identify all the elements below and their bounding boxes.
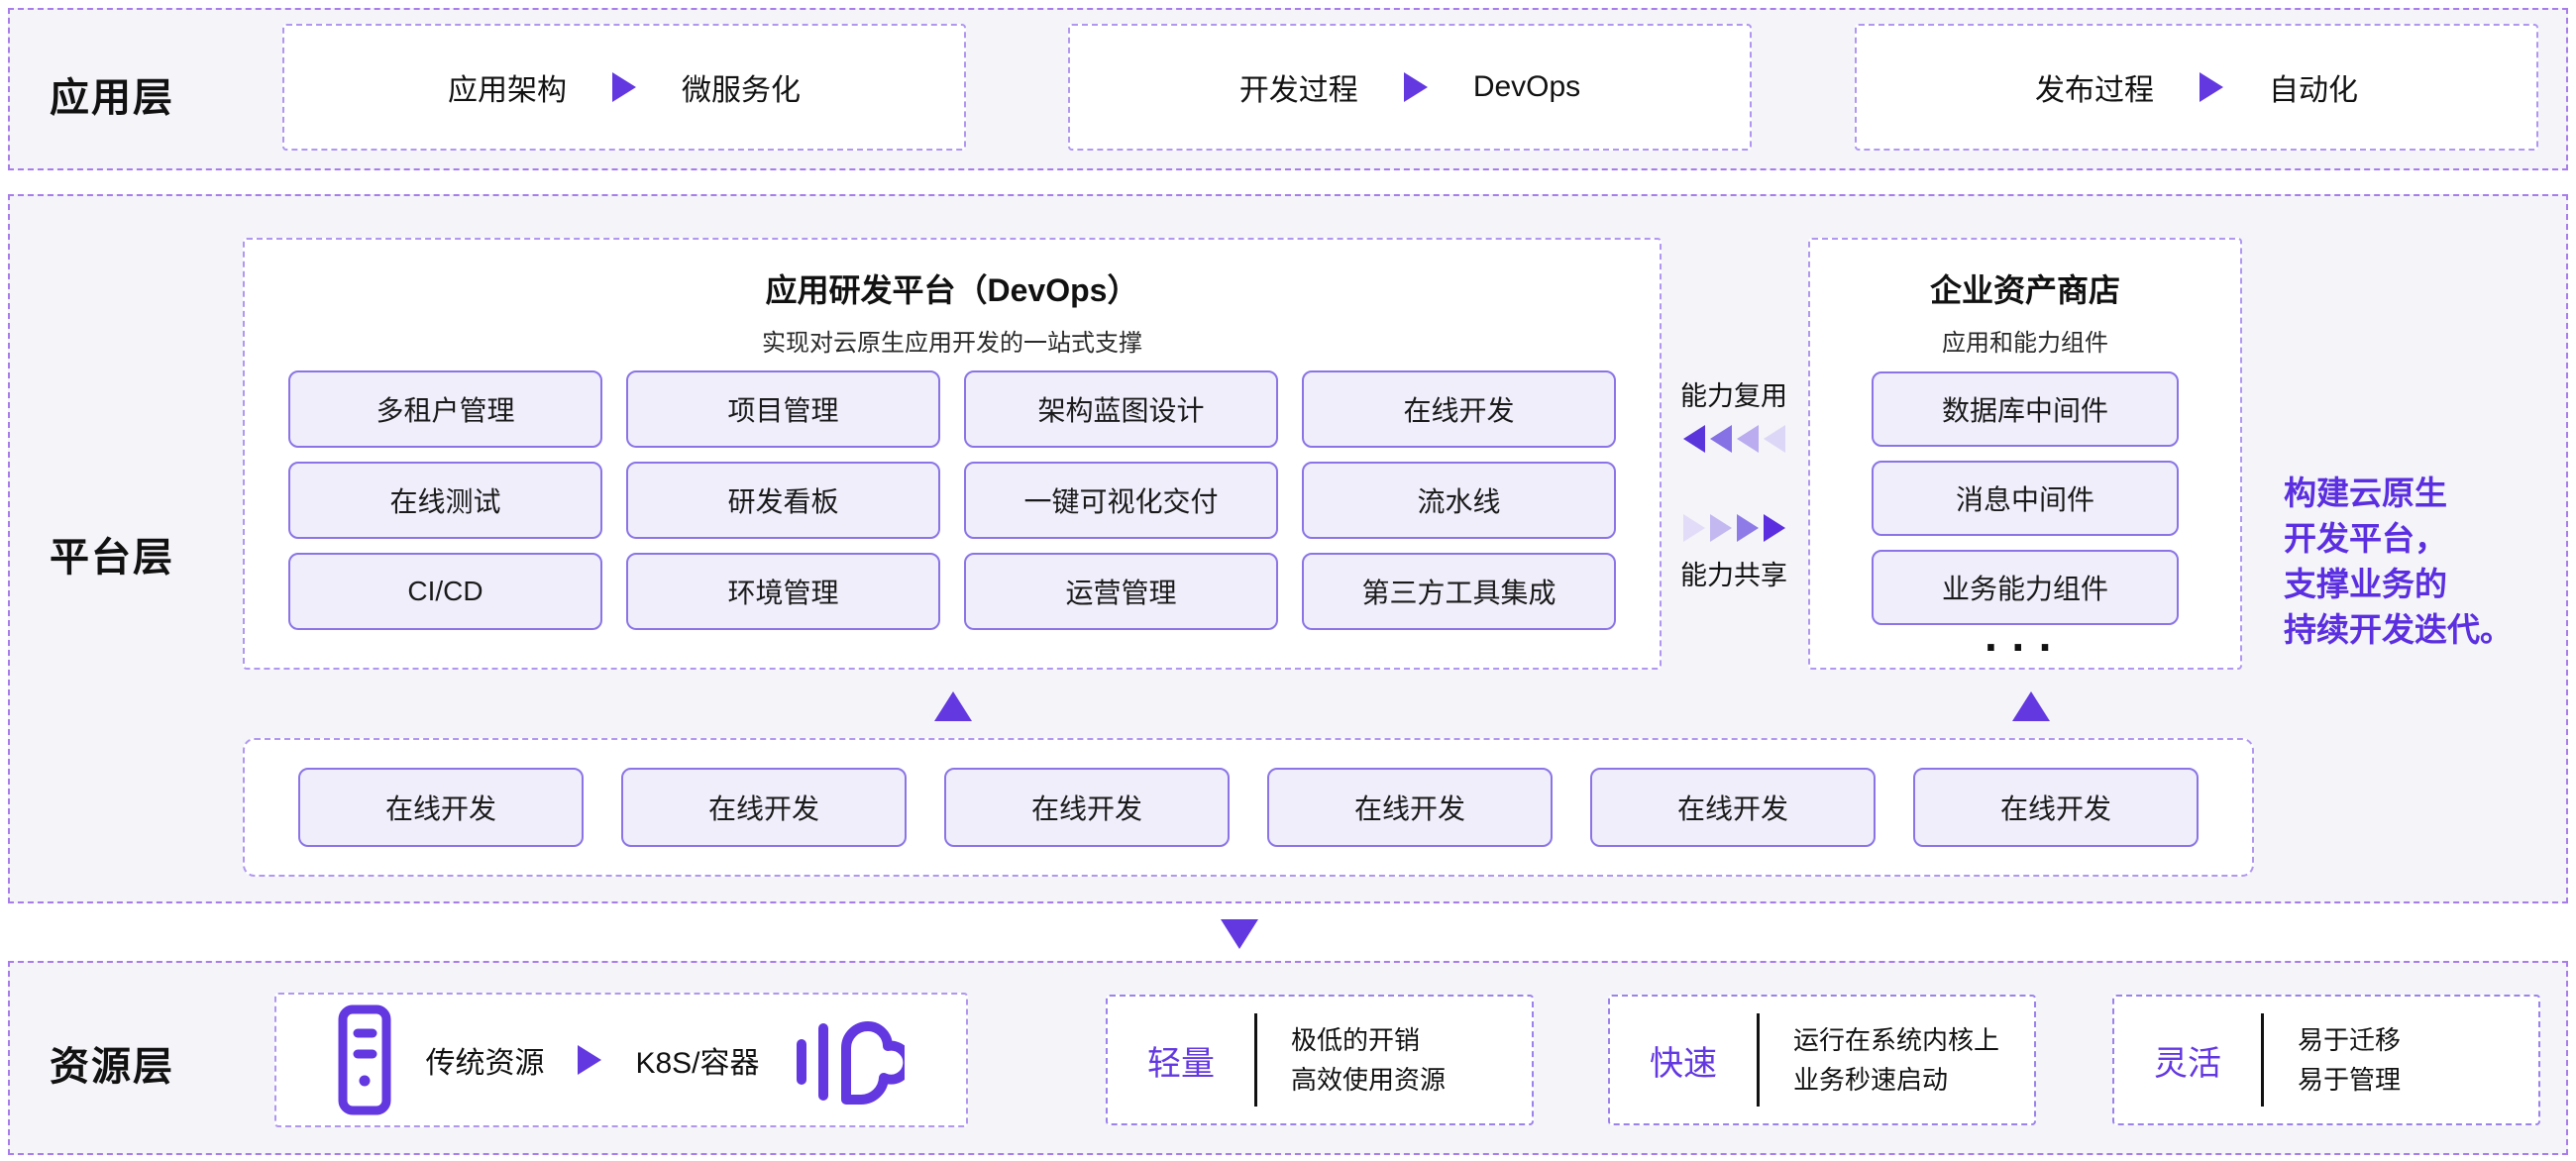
flow-left-label: 开发过程 bbox=[1239, 65, 1358, 109]
asset-cell: 业务能力组件 bbox=[1872, 550, 2179, 625]
online-dev-cell: 在线开发 bbox=[1590, 768, 1876, 847]
app-flow-architecture: 应用架构 微服务化 bbox=[282, 24, 966, 151]
feature-description: 极低的开销 高效使用资源 bbox=[1291, 1020, 1446, 1100]
asset-store-panel: 企业资产商店 应用和能力组件 数据库中间件 消息中间件 业务能力组件 ··· bbox=[1808, 238, 2242, 670]
online-dev-cell: 在线开发 bbox=[298, 768, 584, 847]
devops-platform-panel: 应用研发平台（DevOps） 实现对云原生应用开发的一站式支撑 多租户管理 项目… bbox=[243, 238, 1662, 670]
arrow-up-icon bbox=[934, 691, 972, 721]
online-dev-cell: 在线开发 bbox=[1267, 768, 1553, 847]
flow-right-label: 微服务化 bbox=[682, 65, 801, 109]
asset-cell: 数据库中间件 bbox=[1872, 371, 2179, 447]
divider bbox=[2261, 1013, 2264, 1107]
online-dev-cell: 在线开发 bbox=[1913, 768, 2199, 847]
devops-cell: 架构蓝图设计 bbox=[964, 370, 1278, 448]
arrows-right-icon bbox=[1683, 514, 1785, 542]
devops-cell: 流水线 bbox=[1302, 462, 1616, 539]
platform-slogan: 构建云原生 开发平台， 支撑业务的 持续开发迭代。 bbox=[2284, 471, 2513, 653]
platform-layer: 平台层 应用研发平台（DevOps） 实现对云原生应用开发的一站式支撑 多租户管… bbox=[8, 194, 2568, 903]
devops-cell: 在线开发 bbox=[1302, 370, 1616, 448]
capability-exchange: 能力复用 能力共享 bbox=[1666, 374, 1801, 592]
ellipsis-icon: ··· bbox=[1810, 627, 2240, 667]
cloud-container-icon bbox=[794, 1008, 905, 1111]
feature-keyword: 轻量 bbox=[1108, 1036, 1254, 1085]
divider bbox=[1757, 1013, 1760, 1107]
feature-keyword: 快速 bbox=[1610, 1036, 1757, 1085]
slogan-line: 支撑业务的 bbox=[2284, 562, 2513, 607]
slogan-line: 开发平台， bbox=[2284, 516, 2513, 562]
resource-right-label: K8S/容器 bbox=[635, 1038, 759, 1082]
slogan-line: 构建云原生 bbox=[2284, 471, 2513, 516]
devops-cell: 研发看板 bbox=[626, 462, 940, 539]
feature-keyword: 灵活 bbox=[2114, 1036, 2261, 1085]
devops-cell: 环境管理 bbox=[626, 553, 940, 630]
devops-panel-subtitle: 实现对云原生应用开发的一站式支撑 bbox=[245, 323, 1660, 358]
triangle-right-icon bbox=[1737, 514, 1759, 542]
capability-share-label: 能力共享 bbox=[1680, 554, 1787, 592]
feature-line: 易于管理 bbox=[2298, 1060, 2401, 1100]
divider bbox=[1254, 1013, 1257, 1107]
online-dev-row: 在线开发 在线开发 在线开发 在线开发 在线开发 在线开发 bbox=[243, 738, 2254, 877]
devops-capability-grid: 多租户管理 项目管理 架构蓝图设计 在线开发 在线测试 研发看板 一键可视化交付… bbox=[288, 370, 1616, 630]
app-flow-release: 发布过程 自动化 bbox=[1855, 24, 2538, 151]
devops-cell: 第三方工具集成 bbox=[1302, 553, 1616, 630]
application-layer: 应用层 应用架构 微服务化 开发过程 DevOps 发布过程 自动化 bbox=[8, 8, 2568, 170]
arrow-right-icon bbox=[1404, 72, 1428, 102]
resource-layer-label: 资源层 bbox=[50, 1034, 174, 1092]
feature-line: 运行在系统内核上 bbox=[1793, 1020, 1999, 1060]
devops-cell: 多租户管理 bbox=[288, 370, 602, 448]
flow-left-label: 发布过程 bbox=[2035, 65, 2154, 109]
devops-cell: 在线测试 bbox=[288, 462, 602, 539]
resource-layer: 资源层 传统资源 K8S/容器 轻量 极低的开销 高效使用资源 快速 运行在系统… bbox=[8, 961, 2568, 1155]
feature-flexible: 灵活 易于迁移 易于管理 bbox=[2112, 995, 2540, 1125]
devops-panel-title: 应用研发平台（DevOps） bbox=[245, 265, 1660, 311]
triangle-right-icon bbox=[1764, 514, 1785, 542]
devops-cell: 运营管理 bbox=[964, 553, 1278, 630]
arrow-down-icon bbox=[1221, 919, 1258, 949]
feature-line: 高效使用资源 bbox=[1291, 1060, 1446, 1100]
devops-cell: 一键可视化交付 bbox=[964, 462, 1278, 539]
online-dev-cell: 在线开发 bbox=[944, 768, 1230, 847]
flow-right-label: 自动化 bbox=[2269, 65, 2358, 109]
triangle-right-icon bbox=[1710, 514, 1732, 542]
feature-line: 极低的开销 bbox=[1291, 1020, 1446, 1060]
slogan-line: 持续开发迭代。 bbox=[2284, 607, 2513, 653]
arrow-right-icon bbox=[2200, 72, 2223, 102]
flow-right-label: DevOps bbox=[1473, 70, 1580, 104]
feature-lightweight: 轻量 极低的开销 高效使用资源 bbox=[1106, 995, 1534, 1125]
arrow-right-icon bbox=[612, 72, 636, 102]
application-layer-label: 应用层 bbox=[50, 65, 174, 123]
arrow-right-icon bbox=[578, 1045, 601, 1075]
online-dev-cell: 在线开发 bbox=[621, 768, 907, 847]
asset-store-subtitle: 应用和能力组件 bbox=[1810, 323, 2240, 358]
resource-left-label: 传统资源 bbox=[425, 1038, 544, 1082]
arrows-left-icon bbox=[1683, 425, 1785, 453]
triangle-right-icon bbox=[1683, 514, 1705, 542]
feature-line: 易于迁移 bbox=[2298, 1020, 2401, 1060]
triangle-left-icon bbox=[1764, 425, 1785, 453]
triangle-left-icon bbox=[1683, 425, 1705, 453]
feature-description: 运行在系统内核上 业务秒速启动 bbox=[1793, 1020, 1999, 1100]
flow-left-label: 应用架构 bbox=[448, 65, 567, 109]
triangle-left-icon bbox=[1710, 425, 1732, 453]
feature-description: 易于迁移 易于管理 bbox=[2298, 1020, 2401, 1100]
feature-line: 业务秒速启动 bbox=[1793, 1060, 1999, 1100]
server-icon bbox=[338, 1004, 391, 1115]
triangle-left-icon bbox=[1737, 425, 1759, 453]
asset-store-title: 企业资产商店 bbox=[1810, 265, 2240, 311]
asset-cell: 消息中间件 bbox=[1872, 461, 2179, 536]
devops-cell: CI/CD bbox=[288, 553, 602, 630]
app-flow-devprocess: 开发过程 DevOps bbox=[1068, 24, 1752, 151]
capability-reuse-label: 能力复用 bbox=[1680, 374, 1787, 413]
platform-layer-label: 平台层 bbox=[50, 525, 174, 582]
resource-transform-box: 传统资源 K8S/容器 bbox=[274, 993, 968, 1127]
feature-fast: 快速 运行在系统内核上 业务秒速启动 bbox=[1608, 995, 2036, 1125]
arrow-up-icon bbox=[2012, 691, 2050, 721]
devops-cell: 项目管理 bbox=[626, 370, 940, 448]
